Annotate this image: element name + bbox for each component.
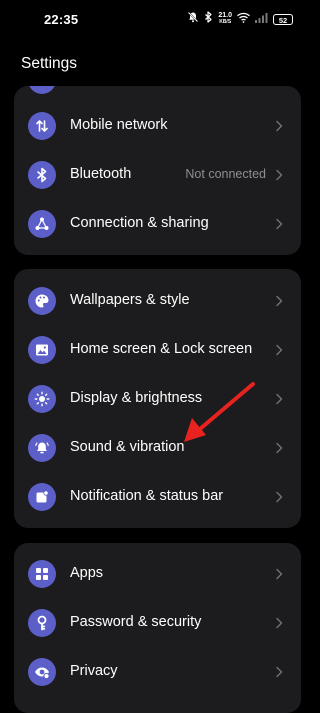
annotation-arrow-icon: [184, 382, 255, 442]
